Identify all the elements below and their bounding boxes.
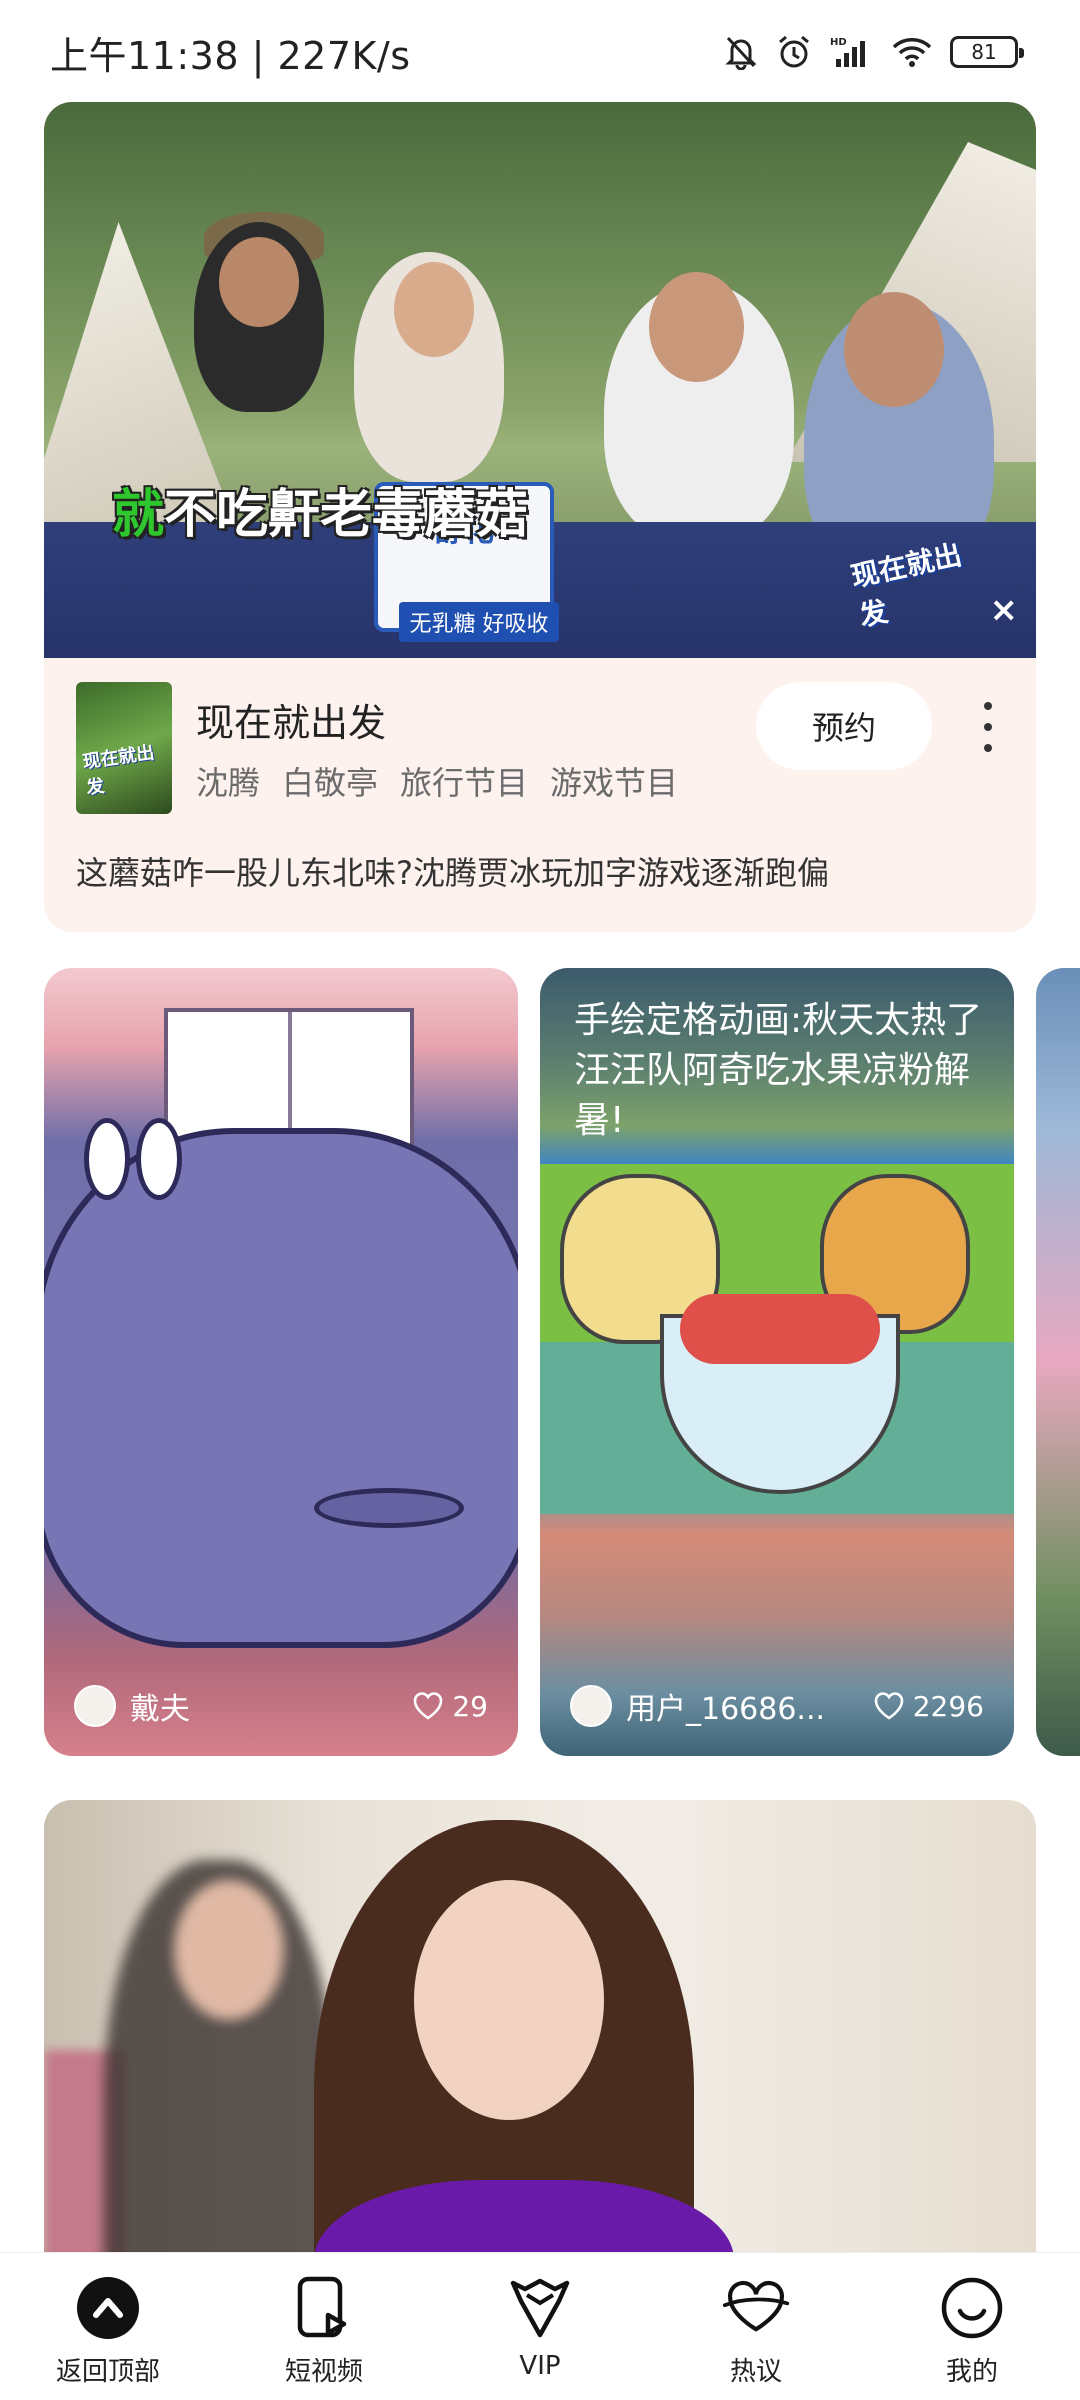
- svg-text:HD: HD: [830, 37, 847, 48]
- nav-label: 热议: [729, 2357, 782, 2387]
- nav-profile[interactable]: 我的: [892, 2273, 1052, 2388]
- like-count[interactable]: 2296: [873, 1690, 984, 1723]
- profile-smile-icon: [937, 2273, 1007, 2343]
- poster-title: 现在就出发: [81, 742, 156, 799]
- wifi-icon: [892, 38, 932, 67]
- close-icon[interactable]: ×: [990, 590, 1019, 630]
- video-subtitle: 就不吃鼾老毒蘑菇: [112, 472, 528, 547]
- vip-crown-icon: [505, 2273, 575, 2343]
- heart-icon: [414, 1692, 443, 1720]
- nav-label: 返回顶部: [55, 2357, 160, 2387]
- likes-value: 29: [452, 1689, 488, 1723]
- avatar: [74, 1685, 116, 1727]
- tag[interactable]: 沈腾: [196, 758, 260, 804]
- subtitle-text: 不吃鼾老毒蘑菇: [164, 485, 529, 545]
- show-title[interactable]: 现在就出发: [196, 692, 386, 747]
- bottom-navigation: 返回顶部 短视频 VIP 热议 我的: [0, 2252, 1080, 2400]
- alarm-icon: [779, 35, 809, 68]
- signal-icon: HD: [830, 37, 865, 67]
- featured-show-card[interactable]: 舒化 无乳糖 好吸收 就不吃鼾老毒蘑菇 现在就出发 × 现在就出发 现在就出发 …: [44, 102, 1036, 932]
- author-name: 用户_16686...: [626, 1692, 826, 1727]
- reserve-button[interactable]: 预约: [756, 682, 932, 770]
- milk-label-text: 无乳糖 好吸收: [399, 602, 559, 642]
- card-author[interactable]: 用户_16686...: [570, 1684, 825, 1728]
- tag[interactable]: 旅行节目: [400, 758, 528, 804]
- card-thumbnail: [540, 1164, 1014, 1514]
- nav-label: VIP: [519, 2351, 561, 2381]
- tag[interactable]: 游戏节目: [550, 758, 678, 804]
- card-footer: 用户_16686... 2296: [570, 1684, 984, 1728]
- nav-vip[interactable]: VIP: [460, 2273, 620, 2381]
- card-footer: 戴夫 29: [74, 1684, 488, 1728]
- author-name: 戴夫: [130, 1692, 190, 1727]
- avatar: [570, 1685, 612, 1727]
- video-card[interactable]: 戴夫 29: [44, 968, 518, 1756]
- show-description[interactable]: 这蘑菇咋一股儿东北味?沈腾贾冰玩加字游戏逐渐跑偏: [76, 848, 829, 894]
- like-count[interactable]: 29: [412, 1690, 488, 1723]
- tag[interactable]: 白敬亭: [282, 758, 378, 804]
- nav-label: 短视频: [284, 2357, 363, 2387]
- status-time: 上午11:38 | 227K/s: [50, 33, 411, 78]
- nav-short-video[interactable]: 短视频: [244, 2273, 404, 2388]
- subtitle-highlight: 就: [112, 485, 165, 545]
- discussion-icon: [721, 2273, 791, 2343]
- heart-icon: [874, 1692, 904, 1720]
- nav-hot-discussion[interactable]: 热议: [676, 2273, 836, 2388]
- nav-label: 我的: [945, 2357, 998, 2387]
- featured-info: 现在就出发 现在就出发 沈腾 白敬亭 旅行节目 游戏节目 预约 这蘑菇咋一股儿东…: [44, 658, 1036, 932]
- battery-level: 81: [971, 40, 997, 64]
- status-icons: HD 81: [724, 34, 1024, 70]
- battery-indicator: 81: [950, 36, 1024, 68]
- card-author[interactable]: 戴夫: [74, 1684, 190, 1728]
- status-bar: 上午11:38 | 227K/s HD 81: [0, 0, 1080, 104]
- mute-bell-icon: [725, 36, 757, 70]
- featured-video-preview[interactable]: 舒化 无乳糖 好吸收 就不吃鼾老毒蘑菇 现在就出发 ×: [44, 102, 1036, 658]
- nav-back-to-top[interactable]: 返回顶部: [28, 2273, 188, 2388]
- app-screen: 上午11:38 | 227K/s HD 81 舒化 无乳糖 好吸收 就不吃鼾老毒…: [0, 0, 1080, 2400]
- back-to-top-icon: [73, 2273, 143, 2343]
- likes-value: 2296: [912, 1689, 984, 1723]
- video-card-partial[interactable]: [1036, 968, 1080, 1756]
- video-card[interactable]: 手绘定格动画:秋天太热了汪汪队阿奇吃水果凉粉解暑! 用户_16686... 22…: [540, 968, 1014, 1756]
- short-video-icon: [289, 2273, 359, 2343]
- more-options-icon[interactable]: [968, 692, 1008, 762]
- show-tags: 沈腾 白敬亭 旅行节目 游戏节目: [196, 758, 678, 804]
- card-title: 手绘定格动画:秋天太热了汪汪队阿奇吃水果凉粉解暑!: [574, 1000, 983, 1141]
- show-poster[interactable]: 现在就出发: [76, 682, 172, 814]
